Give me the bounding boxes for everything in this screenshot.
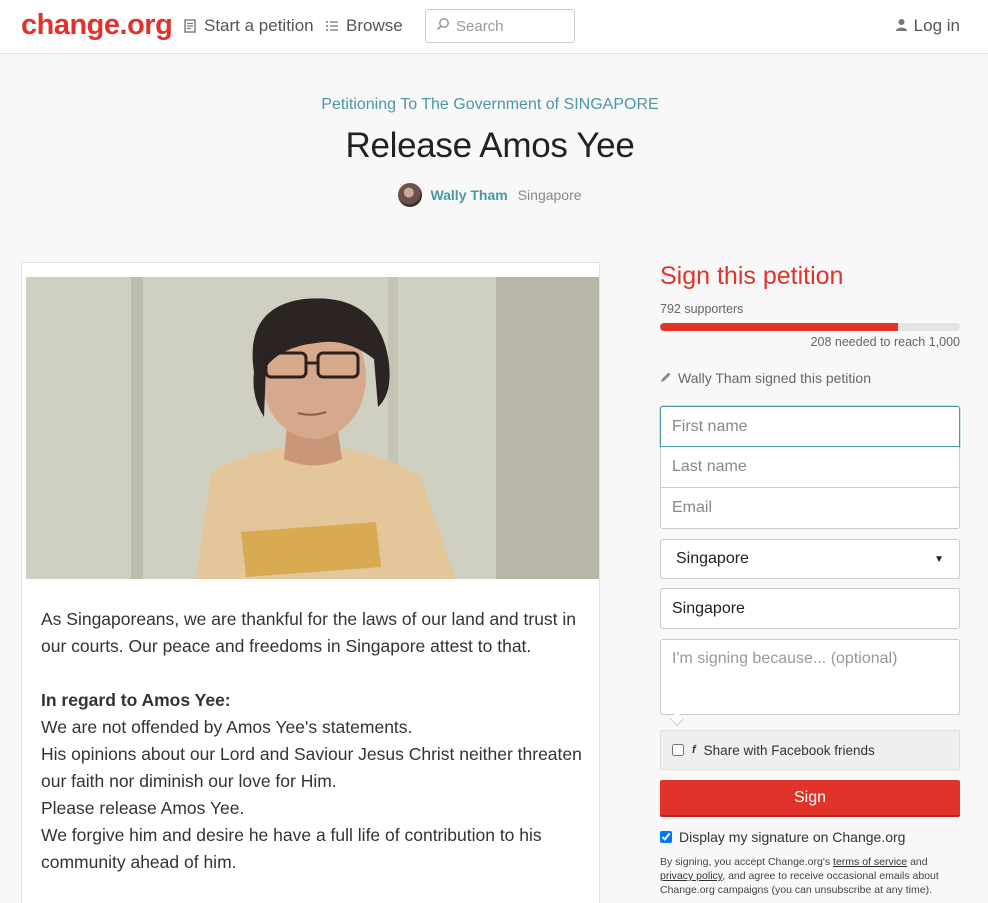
change-org-logo[interactable]: change.org xyxy=(21,9,173,42)
first-name-field[interactable] xyxy=(660,406,960,447)
facebook-share-option[interactable]: f Share with Facebook friends xyxy=(660,730,960,770)
recent-signer-note: Wally Tham signed this petition xyxy=(660,370,871,386)
supporter-count: 792 supporters xyxy=(660,302,744,316)
facebook-icon: f xyxy=(692,744,696,756)
description-line: We are not offended by Amos Yee's statem… xyxy=(41,717,413,737)
search-input[interactable] xyxy=(456,17,566,35)
facebook-share-label: Share with Facebook friends xyxy=(703,742,875,758)
petition-photo xyxy=(26,277,599,579)
petition-description: As Singaporeans, we are thankful for the… xyxy=(41,606,586,876)
author-location: Singapore xyxy=(517,187,582,203)
sign-button[interactable]: Sign xyxy=(660,780,960,817)
city-field[interactable]: Singapore xyxy=(660,588,960,629)
petition-card: As Singaporeans, we are thankful for the… xyxy=(21,262,600,903)
privacy-policy-link[interactable]: privacy policy xyxy=(660,870,722,882)
nav-start-petition-label: Start a petition xyxy=(204,16,314,35)
nav-browse[interactable]: Browse xyxy=(325,16,403,36)
login-link[interactable]: Log in xyxy=(895,16,960,36)
search-box[interactable] xyxy=(425,9,575,43)
legal-disclaimer: By signing, you accept Change.org's term… xyxy=(660,855,960,897)
user-icon xyxy=(895,16,908,36)
petition-target[interactable]: Petitioning To The Government of SINGAPO… xyxy=(0,96,980,114)
petition-title: Release Amos Yee xyxy=(345,126,635,165)
login-label: Log in xyxy=(913,16,960,35)
signatures-needed: 208 needed to reach 1,000 xyxy=(810,335,960,349)
top-navigation-bar: change.org Start a petition Browse Log i… xyxy=(0,0,988,54)
country-value: Singapore xyxy=(676,550,749,567)
display-signature-option[interactable]: Display my signature on Change.org xyxy=(660,829,905,845)
pencil-icon xyxy=(660,370,672,386)
recent-signer-text: Wally Tham signed this petition xyxy=(678,370,871,386)
author-name[interactable]: Wally Tham xyxy=(430,187,507,203)
legal-and: and xyxy=(910,856,928,868)
sign-petition-heading: Sign this petition xyxy=(660,262,844,290)
facebook-share-checkbox[interactable] xyxy=(672,744,684,756)
description-line: Please release Amos Yee. xyxy=(41,798,245,818)
terms-of-service-link[interactable]: terms of service xyxy=(833,856,907,868)
progress-fill xyxy=(660,323,898,331)
display-signature-checkbox[interactable] xyxy=(660,831,672,843)
legal-prefix: By signing, you accept Change.org's xyxy=(660,856,831,868)
country-select[interactable]: Singapore ▼ xyxy=(660,539,960,579)
description-line: We forgive him and desire he have a full… xyxy=(41,825,542,872)
reason-textarea[interactable] xyxy=(660,639,960,715)
description-intro: As Singaporeans, we are thankful for the… xyxy=(41,609,577,656)
city-value: Singapore xyxy=(672,599,745,617)
author-avatar[interactable] xyxy=(398,183,423,207)
signature-progress-bar xyxy=(660,323,960,331)
email-field[interactable] xyxy=(660,488,960,529)
last-name-field[interactable] xyxy=(660,447,960,488)
nav-start-petition[interactable]: Start a petition xyxy=(183,16,314,36)
caret-down-icon: ▼ xyxy=(934,553,944,565)
petition-author: Wally Tham Singapore xyxy=(0,183,980,207)
document-icon xyxy=(183,19,197,33)
display-signature-label: Display my signature on Change.org xyxy=(679,829,906,845)
search-icon xyxy=(436,17,450,36)
nav-browse-label: Browse xyxy=(346,16,403,35)
list-icon xyxy=(325,19,339,33)
description-heading: In regard to Amos Yee: xyxy=(41,690,231,710)
description-line: His opinions about our Lord and Saviour … xyxy=(41,744,582,791)
